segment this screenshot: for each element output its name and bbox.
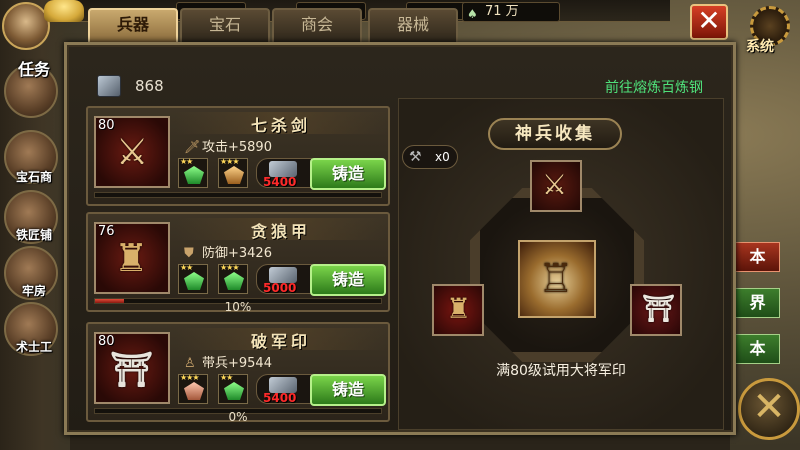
amber-gem-icon	[224, 166, 244, 184]
sword-item-thumbnail[interactable]: 80 ⚔	[94, 116, 170, 188]
pink-gem-icon	[184, 382, 204, 400]
collection-armor-slot[interactable]: ♜	[432, 284, 484, 336]
collection-sword-slot[interactable]: ⚔	[530, 160, 582, 212]
stat-value: 攻击+5890	[202, 140, 272, 155]
cost-value: 5400	[263, 391, 297, 405]
cost-value: 5400	[263, 175, 297, 189]
item-level: 76	[98, 224, 115, 239]
gem-slot[interactable]: ★★★	[218, 263, 248, 294]
player-avatar[interactable]	[2, 2, 50, 50]
cost-value: 5000	[263, 281, 297, 295]
stat-value: 防御+3426	[202, 246, 272, 261]
unlock-requirement: 满80级试用大将军印	[496, 363, 626, 379]
soldier-icon: ♙	[184, 356, 196, 371]
star-rating-icon: ★★★	[180, 373, 199, 382]
item-name: 破军印	[176, 328, 386, 351]
right-side-btn-3[interactable]: 本	[735, 334, 780, 364]
tab-machinery[interactable]: 器械	[368, 8, 458, 42]
green-gem-icon	[184, 272, 204, 290]
item-name: 贪狼甲	[176, 218, 386, 241]
progress-label: 0%	[228, 410, 248, 424]
gem-slot[interactable]: ★★★	[178, 373, 208, 404]
gem-slot[interactable]: ★★★	[218, 157, 248, 188]
sword-icon: ⚔	[116, 132, 149, 173]
item-stat: ⛊ 防御+3426	[184, 242, 272, 261]
gem-slot[interactable]: ★★	[178, 263, 208, 294]
forge-cost: 5400	[256, 374, 312, 405]
gem-slot[interactable]: ★★	[218, 373, 248, 404]
equipment-card: 76 ♜ 贪狼甲 ⛊ 防御+3426 ★★ ★★★ 5000 铸造	[86, 212, 390, 312]
star-rating-icon: ★★	[180, 263, 193, 272]
tab-gems[interactable]: 宝石	[180, 8, 270, 42]
side-label-prison: 牢房	[21, 284, 46, 298]
seal-icon: ⛩	[642, 294, 676, 324]
item-level: 80	[98, 334, 115, 349]
system-label[interactable]: 系统	[746, 36, 774, 56]
tab-weapons[interactable]: 兵器	[88, 8, 178, 42]
right-side-btn-2[interactable]: 界	[735, 288, 780, 318]
green-gem-icon	[184, 166, 204, 184]
hammer-icon: ⚒	[409, 149, 422, 165]
grand-general-seal-slot[interactable]: ♖	[518, 240, 596, 318]
item-name: 七杀剑	[176, 112, 386, 135]
green-gem-icon	[224, 382, 244, 400]
seal-icon: ⛩	[110, 350, 154, 390]
forge-cost: 5400	[256, 158, 312, 189]
currency-value: 71 万	[485, 4, 519, 19]
forge-button[interactable]: 铸造	[310, 374, 386, 406]
armor-icon: ♜	[114, 236, 149, 280]
gem-slot[interactable]: ★★	[178, 157, 208, 188]
silver-icon: ♠	[467, 7, 478, 21]
star-rating-icon: ★★★	[220, 263, 239, 272]
armor-item-thumbnail[interactable]: 76 ♜	[94, 222, 170, 294]
item-stat: 🗡攻击+5890	[184, 136, 272, 155]
iron-ore-icon	[97, 75, 121, 97]
equipment-card: 80 ⚔ 七杀剑 🗡攻击+5890 ★★ ★★★ 5400 铸造	[86, 106, 390, 206]
gold-ingot-icon[interactable]	[44, 0, 84, 22]
equipment-card: 80 ⛩ 破军印 ♙ 带兵+9544 ★★★ ★★ 5400 铸造	[86, 322, 390, 422]
side-label-warlock: 术士工	[15, 340, 52, 354]
seal-item-thumbnail[interactable]: 80 ⛩	[94, 332, 170, 404]
treasure-chest-icon: ♖	[538, 256, 574, 302]
armor-icon: ♜	[446, 292, 472, 325]
star-rating-icon: ★★	[220, 373, 233, 382]
progress-label: 10%	[224, 300, 252, 314]
item-stat: ♙ 带兵+9544	[184, 352, 272, 371]
side-label-blacksmith: 铁匠铺	[15, 228, 52, 242]
forge-progress-bar	[94, 192, 382, 198]
close-circle-icon[interactable]: ✕	[738, 378, 800, 440]
star-rating-icon: ★★	[180, 157, 193, 166]
right-side-btn-1[interactable]: 本	[735, 242, 780, 272]
forge-cost: 5000	[256, 264, 312, 295]
stat-value: 带兵+9544	[202, 356, 272, 371]
sword-icon: ⚔	[542, 168, 568, 201]
collection-title: 神兵收集	[488, 118, 622, 150]
tab-guild[interactable]: 商会	[272, 8, 362, 42]
goto-smelt-link[interactable]: 前往熔炼百炼钢	[605, 77, 703, 97]
currency-pill: ♠ 71 万	[462, 2, 560, 22]
star-rating-icon: ★★★	[220, 157, 239, 166]
close-button[interactable]: ✕	[690, 4, 728, 40]
hammer-count: ⚒ x0	[402, 145, 458, 169]
hammer-count-value: x0	[435, 150, 450, 164]
sword-icon: 🗡	[184, 140, 201, 155]
side-label-task: 任务	[17, 60, 50, 79]
side-label-gem-shop: 宝石商	[15, 170, 52, 184]
green-gem-icon	[224, 272, 244, 290]
forge-button[interactable]: 铸造	[310, 264, 386, 296]
iron-count: 868	[135, 77, 164, 95]
collection-seal-slot[interactable]: ⛩	[630, 284, 682, 336]
shield-icon: ⛊	[184, 246, 194, 261]
forge-button[interactable]: 铸造	[310, 158, 386, 190]
item-level: 80	[98, 118, 115, 133]
